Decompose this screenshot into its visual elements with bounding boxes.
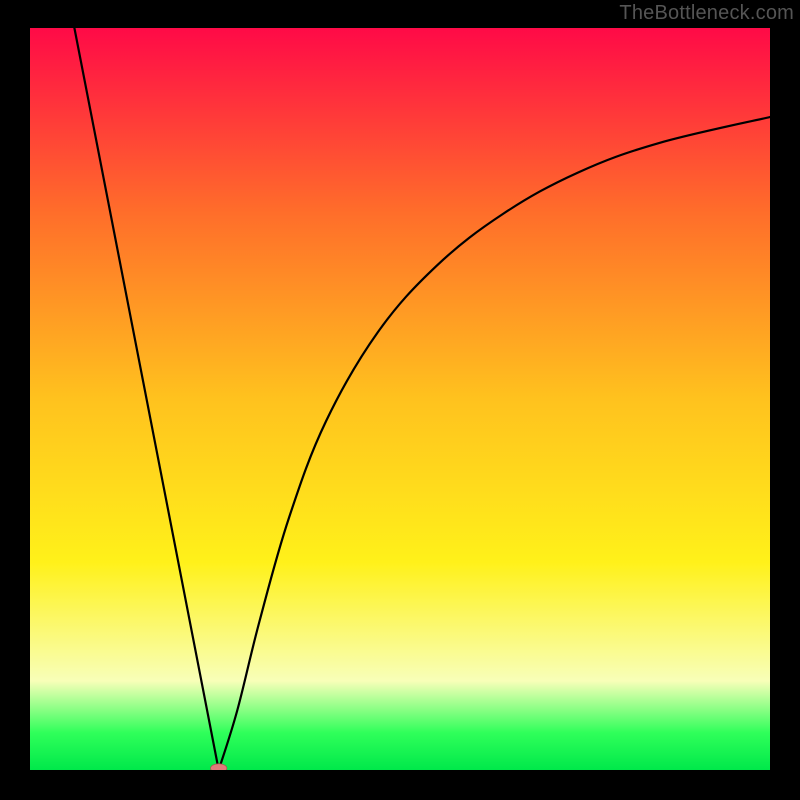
watermark-label: TheBottleneck.com — [619, 2, 794, 25]
gradient-background — [30, 28, 770, 770]
plot-area — [30, 28, 770, 770]
plot-svg — [30, 28, 770, 770]
chart-container: TheBottleneck.com — [0, 0, 800, 800]
minimum-marker — [211, 764, 227, 770]
